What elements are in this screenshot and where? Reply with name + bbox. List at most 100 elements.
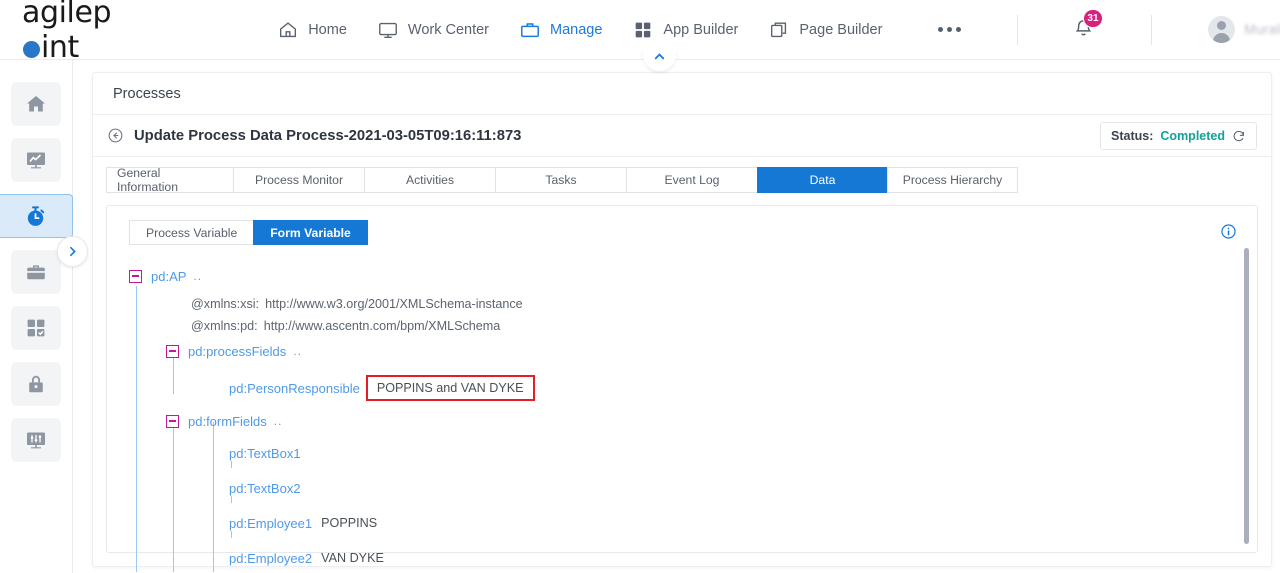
tree-node-value-highlighted: POPPINS and VAN DYKE	[365, 374, 535, 402]
tree-leaf-textbox1: pd:TextBox1	[129, 443, 1257, 468]
tab-tasks[interactable]: Tasks	[495, 167, 626, 193]
form-variable-button[interactable]: Form Variable	[253, 220, 368, 245]
content-panel: Processes Update Process Data Process-20…	[92, 72, 1272, 572]
nav-label-page-builder: Page Builder	[799, 21, 883, 38]
collapse-toggle-icon[interactable]	[129, 269, 142, 283]
attribute-value: http://www.ascentn.com/bpm/XMLSchema	[263, 319, 501, 333]
process-title-row: Update Process Data Process-2021-03-05T0…	[93, 115, 1271, 157]
attribute-value: http://www.w3.org/2001/XMLSchema-instanc…	[265, 297, 523, 311]
tree-leaf-person-responsible: pd:PersonResponsible POPPINS and VAN DYK…	[129, 371, 1257, 405]
sidebar-item-processes[interactable]	[0, 194, 73, 238]
sidebar-item-portfolio[interactable]	[11, 250, 61, 294]
tree-node-ellipsis: ..	[293, 344, 302, 358]
home-icon	[27, 96, 45, 112]
home-icon	[280, 21, 297, 37]
avatar	[1208, 16, 1236, 43]
tab-process-monitor[interactable]: Process Monitor	[233, 167, 364, 193]
grid-icon	[636, 22, 651, 37]
header-divider-1	[1017, 14, 1019, 45]
nav-item-work-center[interactable]: Work Center	[377, 19, 489, 41]
tree-node-key: pd:Employee2	[229, 550, 313, 566]
sidebar-item-security[interactable]	[11, 362, 61, 406]
tree-node-key: pd:PersonResponsible	[229, 380, 360, 396]
refresh-button[interactable]	[1232, 129, 1246, 143]
dot-2-icon	[947, 27, 953, 32]
tree-attribute-row: @xmlns:xsi: http://www.w3.org/2001/XMLSc…	[129, 293, 1257, 315]
sidebar-item-apps[interactable]	[11, 306, 61, 350]
app-grid-check-icon	[27, 319, 45, 337]
chevron-up-icon	[654, 53, 665, 60]
tree-scrollbar[interactable]	[1244, 248, 1249, 544]
logo-dot-icon	[23, 40, 40, 58]
tree-node-key: pd:formFields	[188, 413, 267, 429]
attribute-key: @xmlns:xsi:	[191, 297, 260, 311]
process-variable-button[interactable]: Process Variable	[129, 220, 254, 245]
tree-node-key: pd:AP	[151, 268, 187, 284]
user-menu[interactable]: MuraliGowda ▼	[1208, 16, 1280, 43]
tree-stub-line	[231, 496, 232, 503]
tab-general-information[interactable]: General Information	[106, 166, 233, 194]
header-collapse-button[interactable]	[643, 49, 676, 71]
tab-event-log[interactable]: Event Log	[626, 167, 757, 193]
briefcase-icon	[521, 22, 539, 37]
variable-type-toggle: Process Variable Form Variable	[129, 220, 1257, 245]
more-options-button[interactable]	[938, 27, 962, 32]
settings-monitor-icon	[27, 432, 45, 449]
nav-label-home: Home	[308, 21, 347, 38]
sidebar-item-settings[interactable]	[11, 418, 61, 462]
sidebar-item-home[interactable]	[11, 82, 61, 126]
lock-icon	[29, 375, 43, 393]
tree-node-form-fields[interactable]: pd:formFields ..	[129, 411, 1257, 431]
analytics-monitor-icon	[27, 152, 45, 169]
chevron-right-icon	[70, 246, 76, 257]
tree-leaf-employee1: pd:Employee1 POPPINS	[129, 513, 1257, 538]
page-title: Update Process Data Process-2021-03-05T0…	[134, 127, 522, 144]
notifications-button[interactable]: 31	[1072, 8, 1103, 44]
tree-node-key: pd:Employee1	[229, 515, 313, 531]
nav-item-home[interactable]: Home	[277, 19, 347, 41]
main-navigation: Home Work Center Manage App Builder Page…	[277, 8, 1280, 45]
sidebar-item-analytics[interactable]	[11, 138, 61, 182]
arrow-left-circle-icon	[108, 128, 123, 143]
left-sidebar	[0, 60, 73, 573]
tree-node-key: pd:TextBox1	[229, 445, 301, 461]
tree-node-key: pd:processFields	[188, 343, 287, 359]
tree-node-ellipsis: ..	[193, 269, 203, 283]
tree-stub-line	[231, 461, 232, 468]
notification-badge: 31	[1083, 8, 1103, 28]
copy-icon	[771, 21, 787, 37]
tab-data[interactable]: Data	[757, 167, 887, 193]
info-button[interactable]	[1220, 223, 1237, 245]
tree-leaf-employee2: pd:Employee2 VAN DYKE	[129, 548, 1257, 568]
username-label: MuraliGowda	[1244, 22, 1280, 37]
sidebar-expand-button[interactable]	[57, 236, 88, 267]
tab-activities[interactable]: Activities	[364, 167, 495, 193]
collapse-toggle-icon[interactable]	[166, 344, 179, 358]
status-badge: Status: Completed	[1100, 121, 1257, 150]
nav-item-app-builder[interactable]: App Builder	[632, 19, 738, 41]
process-tabs: General Information Process Monitor Acti…	[93, 157, 1271, 194]
back-button[interactable]	[107, 127, 124, 144]
tree-stub-line	[231, 531, 232, 538]
monitor-icon	[378, 22, 397, 38]
tree-node-value: VAN DYKE	[321, 551, 384, 565]
stopwatch-icon	[27, 205, 45, 226]
status-value: Completed	[1160, 128, 1225, 143]
nav-item-manage[interactable]: Manage	[519, 19, 602, 41]
header-divider-2	[1151, 14, 1153, 45]
nav-item-page-builder[interactable]: Page Builder	[768, 19, 882, 41]
tree-node-key: pd:TextBox2	[229, 480, 301, 496]
status-label: Status:	[1111, 128, 1154, 143]
dot-1-icon	[938, 27, 944, 32]
tab-process-hierarchy[interactable]: Process Hierarchy	[887, 167, 1018, 193]
tree-node-process-fields[interactable]: pd:processFields ..	[129, 341, 1257, 361]
breadcrumb: Processes	[93, 73, 1271, 115]
tree-node-root[interactable]: pd:AP ..	[129, 266, 1257, 286]
top-header: agilepint Home Work Center Manage App Bu…	[0, 0, 1280, 65]
tree-leaf-textbox2: pd:TextBox2	[129, 478, 1257, 503]
agilepoint-logo[interactable]: agilepint	[22, 0, 112, 65]
collapse-toggle-icon[interactable]	[166, 414, 179, 428]
logo-text: agilepint	[22, 0, 112, 65]
dot-3-icon	[956, 27, 962, 32]
tree-attribute-row: @xmlns:pd: http://www.ascentn.com/bpm/XM…	[129, 315, 1257, 337]
